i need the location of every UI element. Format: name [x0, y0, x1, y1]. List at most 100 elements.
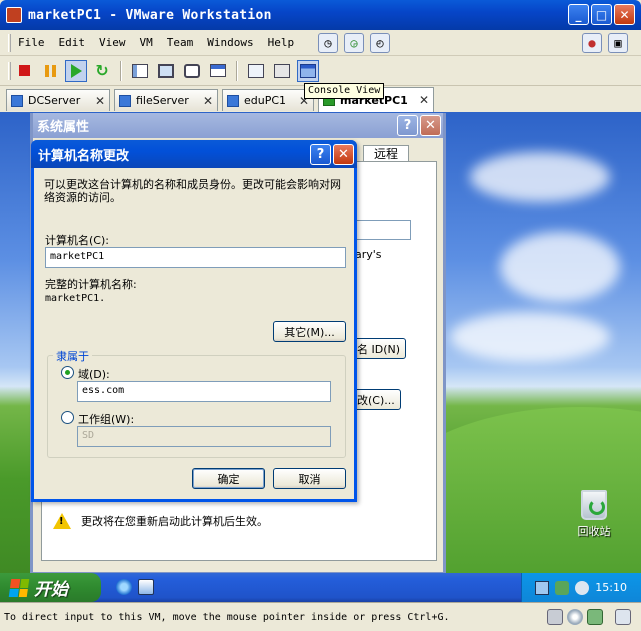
system-tray: 15:10: [521, 573, 641, 602]
volume-icon[interactable]: [575, 580, 590, 595]
status-text: To direct input to this VM, move the mou…: [4, 611, 450, 623]
close-button[interactable]: ✕: [420, 115, 441, 136]
menu-team[interactable]: Team: [160, 36, 201, 49]
summary-view-button[interactable]: [245, 60, 267, 82]
computer-name-input[interactable]: marketPC1: [45, 247, 346, 268]
recycle-bin-label: 回收站: [577, 525, 611, 538]
appliance-view-button[interactable]: [271, 60, 293, 82]
unity-button[interactable]: [207, 60, 229, 82]
partial-owner-text: ary's: [355, 248, 382, 261]
messages-icon[interactable]: [615, 609, 631, 625]
start-button[interactable]: 开始: [0, 573, 101, 602]
tab-label: fileServer: [136, 94, 189, 107]
pause-icon: [44, 64, 56, 77]
help-button[interactable]: ?: [310, 144, 331, 165]
close-button[interactable]: ✕: [333, 144, 354, 165]
tab-edupc1[interactable]: eduPC1 ✕: [222, 89, 314, 111]
tab-close-icon[interactable]: ✕: [419, 93, 429, 107]
tab-close-icon[interactable]: ✕: [203, 94, 213, 108]
minimize-button[interactable]: _: [568, 4, 589, 25]
dialog-title: 计算机名称更改: [31, 140, 357, 168]
quick-switch-button[interactable]: [181, 60, 203, 82]
desktop-cloud: [450, 312, 610, 362]
unity-icon: [210, 64, 226, 77]
settings-icon[interactable]: ▣: [608, 32, 628, 53]
fullscreen-button[interactable]: [155, 60, 177, 82]
vmware-status-bar: To direct input to this VM, move the mou…: [0, 602, 641, 631]
dialog-intro-text: 可以更改这台计算机的名称和成员身份。更改可能会影响对网络资源的访问。: [44, 178, 341, 204]
windows-logo-icon: [8, 578, 30, 597]
tab-label: eduPC1: [244, 94, 287, 107]
vmware-tools-icon[interactable]: [555, 580, 570, 595]
vm-icon: [227, 94, 239, 107]
tab-fileserver[interactable]: fileServer ✕: [114, 89, 218, 111]
ok-button[interactable]: 确定: [192, 468, 265, 489]
recycle-bin-icon: [581, 490, 607, 520]
internet-explorer-icon[interactable]: [116, 579, 132, 595]
power-on-button[interactable]: [65, 59, 87, 82]
workgroup-radio[interactable]: [61, 411, 74, 424]
desktop-cloud: [470, 152, 610, 202]
appliance-icon: [274, 63, 290, 78]
system-properties-title: 系统属性: [33, 113, 443, 138]
help-button[interactable]: ?: [397, 115, 418, 136]
recycle-bin[interactable]: 回收站: [572, 490, 616, 539]
vmware-app-icon: [6, 7, 22, 23]
snapshot-revert-icon[interactable]: ◶: [344, 32, 364, 53]
clock: 15:10: [595, 581, 627, 594]
menu-windows[interactable]: Windows: [200, 36, 260, 49]
more-button[interactable]: 其它(M)...: [273, 321, 346, 342]
device-status-icons: [547, 609, 631, 625]
power-toolbar: ↻: [0, 56, 641, 86]
vm-icon: [11, 94, 23, 107]
change-button[interactable]: 改(C)...: [351, 389, 401, 410]
quick-switch-icon: [184, 63, 200, 78]
domain-radio[interactable]: [61, 366, 74, 379]
sidebar-view-button[interactable]: [129, 60, 151, 82]
network-id-button[interactable]: 名 ID(N): [351, 338, 407, 359]
restart-warning-text: 更改将在您重新启动此计算机后生效。: [81, 515, 268, 528]
quick-launch-icon[interactable]: [138, 579, 154, 595]
maximize-button[interactable]: □: [591, 4, 612, 25]
full-computer-name-label: 完整的计算机名称:: [45, 278, 137, 291]
menu-view[interactable]: View: [92, 36, 133, 49]
tab-close-icon[interactable]: ✕: [95, 94, 105, 108]
cd-rom-icon[interactable]: [567, 609, 583, 625]
menu-vm[interactable]: VM: [133, 36, 160, 49]
workgroup-label: 工作组(W):: [78, 413, 135, 426]
cancel-button[interactable]: 取消: [273, 468, 346, 489]
menu-bar: File Edit View VM Team Windows Help ◷ ◶ …: [0, 30, 641, 56]
power-off-button[interactable]: [13, 60, 35, 82]
close-button[interactable]: ✕: [614, 4, 635, 25]
hard-disk-icon[interactable]: [547, 609, 563, 625]
reset-button[interactable]: ↻: [91, 60, 113, 82]
menu-help[interactable]: Help: [261, 36, 302, 49]
play-icon: [70, 63, 82, 78]
suspend-button[interactable]: [39, 60, 61, 82]
menu-file[interactable]: File: [11, 36, 52, 49]
window-title: marketPC1 - VMware Workstation: [28, 7, 272, 23]
computer-name-changes-dialog: 计算机名称更改 ? ✕ 可以更改这台计算机的名称和成员身份。更改可能会影响对网络…: [31, 140, 357, 502]
reset-icon: ↻: [95, 61, 109, 80]
fullscreen-icon: [158, 63, 174, 78]
tools-icon[interactable]: ●: [582, 32, 602, 53]
computer-description-input[interactable]: [353, 220, 411, 240]
workgroup-input: SD: [77, 426, 331, 447]
network-icon[interactable]: [535, 580, 550, 595]
snapshot-manager-icon[interactable]: ◴: [370, 32, 390, 53]
domain-input[interactable]: ess.com: [77, 381, 331, 402]
sidebar-icon: [132, 63, 148, 78]
network-adapter-icon[interactable]: [587, 609, 603, 625]
snapshot-take-icon[interactable]: ◷: [318, 32, 338, 53]
windows-taskbar: 开始 15:10: [0, 573, 641, 602]
tab-dcserver[interactable]: DCServer ✕: [6, 89, 110, 111]
desktop-cloud: [500, 232, 620, 302]
menu-edit[interactable]: Edit: [52, 36, 93, 49]
console-view-button[interactable]: [297, 59, 319, 82]
console-icon: [300, 63, 316, 78]
warning-icon: [53, 513, 71, 529]
vmware-title-bar: marketPC1 - VMware Workstation _ □ ✕: [0, 0, 641, 30]
computer-name-label: 计算机名(C):: [45, 234, 109, 247]
domain-label: 域(D):: [78, 368, 110, 381]
stop-icon: [18, 65, 30, 76]
